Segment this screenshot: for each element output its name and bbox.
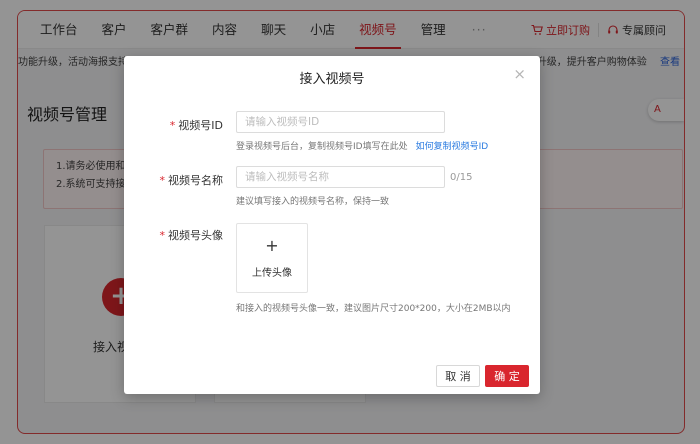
channel-name-label: * 视频号名称 (160, 172, 224, 188)
channel-name-label-text: 视频号名称 (168, 174, 223, 187)
channel-id-label: * 视频号ID (170, 117, 223, 133)
close-icon[interactable]: × (513, 65, 526, 83)
channel-id-input[interactable] (236, 111, 445, 133)
channel-name-input[interactable] (236, 166, 445, 188)
channel-id-hint-text: 登录视频号后台，复制视频号ID填写在此处 (236, 142, 408, 152)
name-char-counter: 0/15 (450, 172, 473, 183)
channel-avatar-hint: 和接入的视频号头像一致，建议图片尺寸200*200，大小在2MB以内 (236, 304, 511, 314)
channel-avatar-label-text: 视频号头像 (168, 229, 223, 242)
channel-avatar-label: * 视频号头像 (160, 227, 224, 243)
upload-avatar-label: 上传头像 (252, 268, 292, 279)
confirm-button[interactable]: 确 定 (485, 365, 529, 387)
channel-id-label-text: 视频号ID (178, 119, 223, 132)
avatar-upload-button[interactable]: + 上传头像 (236, 223, 308, 293)
required-marker: * (159, 229, 166, 242)
channel-name-hint: 建议填写接入的视频号名称，保持一致 (236, 197, 390, 207)
dialog-title: 接入视频号 (299, 72, 365, 87)
how-to-copy-id-link[interactable]: 如何复制视频号ID (416, 142, 489, 152)
upload-plus-icon: + (265, 236, 279, 255)
cancel-button[interactable]: 取 消 (436, 365, 480, 387)
channel-id-hint: 登录视频号后台，复制视频号ID填写在此处 如何复制视频号ID (236, 139, 488, 152)
connect-channel-dialog: 接入视频号 × *视频号ID 登录视频号后台，复制视频号ID填写在此处如何复制视… (124, 56, 540, 394)
required-marker: * (159, 174, 166, 187)
required-marker: * (169, 119, 176, 132)
